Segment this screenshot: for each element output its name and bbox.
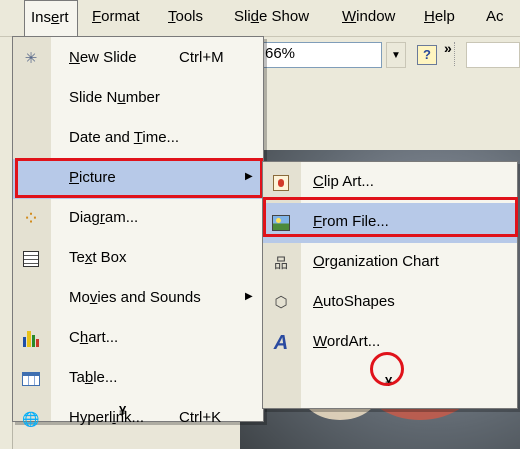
more-icon: » [444,40,452,56]
menu-item-text-box[interactable]: Text Box [13,239,263,279]
shortcut-label: Ctrl+M [179,49,224,66]
submenu-arrow-icon: ▶ [245,291,253,302]
clip-art-icon [271,174,291,192]
table-icon [21,370,41,388]
submenu-item-autoshapes[interactable]: ⬡ AutoShapes [263,283,517,323]
menu-item-label: Organization Chart [313,253,439,270]
chart-icon [21,330,41,348]
toolbar-more-button[interactable]: » [444,40,452,56]
menu-action[interactable]: Ac [486,8,504,25]
menu-item-slide-number[interactable]: Slide Number [13,79,263,119]
menu-item-label: Diagram... [69,209,139,226]
menu-item-label: Text Box [69,249,127,266]
menu-tools[interactable]: Tools [168,8,203,25]
annotation-circle-expand [370,352,404,386]
diagram-icon: ⁘ [22,208,40,230]
menu-item-label: Table... [69,369,118,386]
menu-item-new-slide[interactable]: ✳ New Slide Ctrl+M [13,39,263,79]
insert-menu: ✳ New Slide Ctrl+M Slide Number Date and Tim… [12,36,264,427]
menu-item-label: WordArt... [313,333,381,350]
help-icon[interactable]: ? [417,45,437,65]
toolbar-grip[interactable] [454,42,457,66]
menu-insert-label: Insert [31,9,69,26]
menu-window[interactable]: Window [342,8,395,25]
hyperlink-icon: 🌐 [22,411,40,427]
menu-slide-show[interactable]: Slide Show [234,8,309,25]
menu-item-label: AutoShapes [313,293,395,310]
submenu-item-organization-chart[interactable]: 品 Organization Chart [263,243,517,283]
menu-item-label: Date and Time... [69,129,180,146]
menu-bar: Insert Format Tools Slide Show Window He… [0,0,520,37]
toolbar-field[interactable] [466,42,520,68]
zoom-value: 66% [265,45,296,62]
expand-menu-chevron-icon[interactable]: ¥ [119,403,126,418]
menu-item-date-and-time[interactable]: Date and Time... [13,119,263,159]
menu-item-label: Hyperlink... [69,409,145,426]
shortcut-label: Ctrl+K [179,409,222,426]
autoshapes-icon: ⬡ [274,294,288,311]
text-box-icon [21,250,41,268]
wordart-icon: A [273,332,289,354]
menu-help[interactable]: Help [424,8,455,25]
menu-format[interactable]: Format [92,8,140,25]
menu-item-hyperlink[interactable]: 🌐 Hyperlink... Ctrl+K [13,399,263,439]
menu-item-label: Slide Number [69,89,160,106]
menu-item-chart[interactable]: Chart... [13,319,263,359]
menu-item-diagram[interactable]: ⁘ Diagram... [13,199,263,239]
menu-item-table[interactable]: Table... [13,359,263,399]
organization-chart-icon: 品 [274,255,288,271]
menu-item-movies-and-sounds[interactable]: Movies and Sounds ▶ [13,279,263,319]
new-slide-icon: ✳ [24,50,38,67]
menu-item-label: New Slide [69,49,137,66]
annotation-highlight-picture [15,158,263,198]
zoom-dropdown-button[interactable]: ▼ [386,42,406,68]
menu-insert[interactable]: Insert [24,0,78,36]
chevron-down-icon: ▼ [391,50,401,61]
menu-item-label: Movies and Sounds [69,289,201,306]
annotation-highlight-from-file [263,197,518,237]
zoom-field[interactable]: 66% [262,42,382,68]
menu-item-label: Chart... [69,329,119,346]
menu-item-label: Clip Art... [313,173,374,190]
